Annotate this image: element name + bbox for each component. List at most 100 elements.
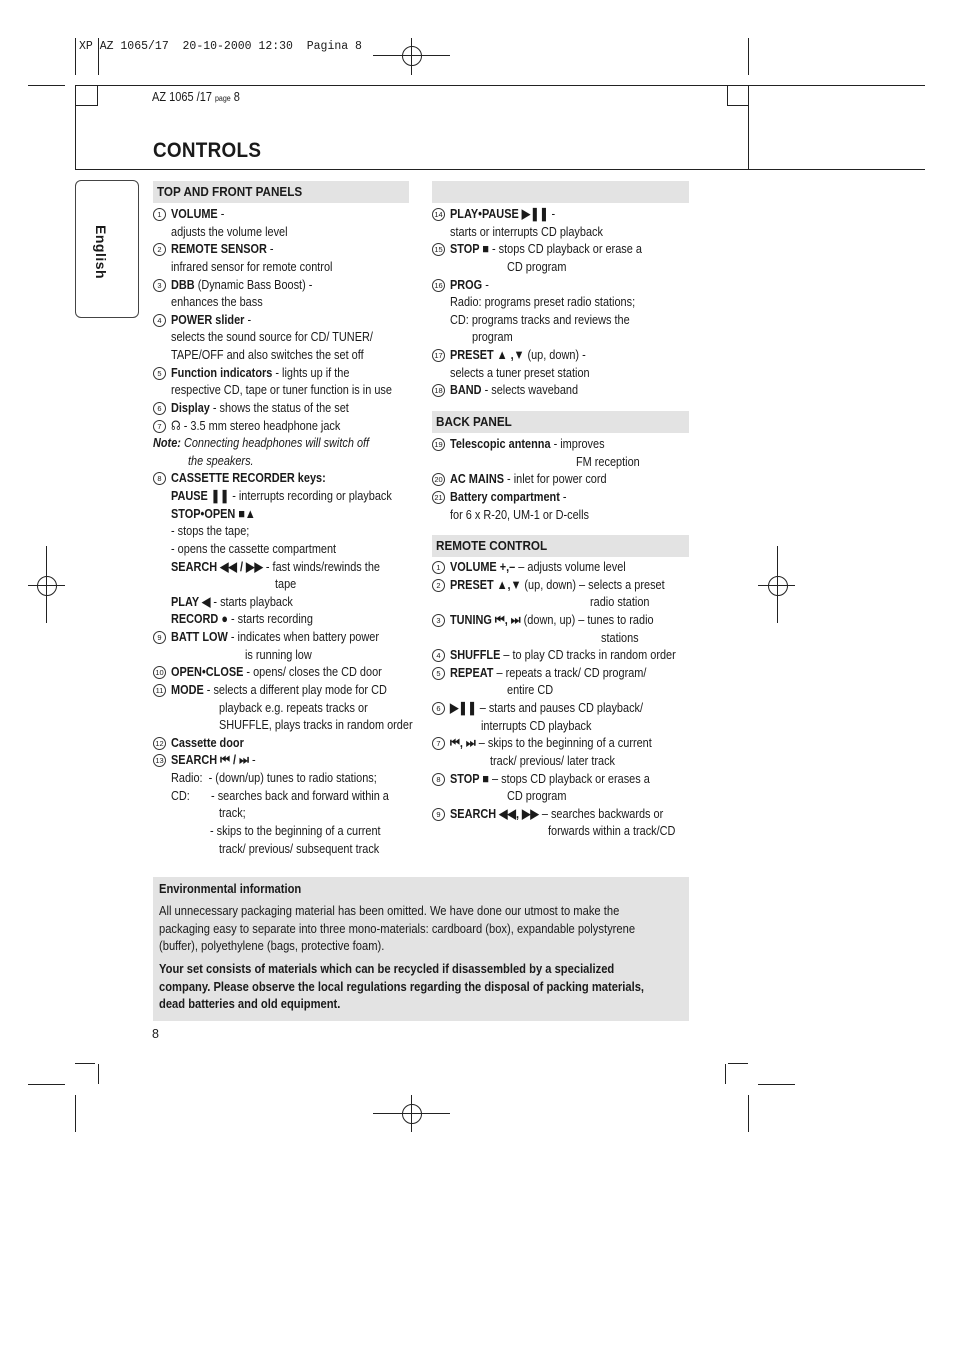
registration-mark-icon [768,576,788,596]
env-title: Environmental information [159,881,302,896]
control-description: - interrupts recording or playback [229,488,392,503]
list-item-line: interrupts CD playback [432,717,702,735]
control-description: adjusts the volume level [171,223,288,239]
line-text: CASSETTE RECORDER keys: [171,469,326,487]
line-text: adjusts the volume level [171,223,288,241]
control-name: REPEAT [450,664,494,680]
item-number: 17 [432,349,445,362]
list-item-line: SHUFFLE, plays tracks in random order [153,716,423,734]
item-number: 6 [432,702,445,715]
control-description: infrared sensor for remote control [171,258,333,274]
language-label: English [93,225,109,280]
line-text: Cassette door [171,734,244,752]
crop-mark [98,38,99,75]
line-text: Battery compartment - [450,488,567,506]
control-description: - shows the status of the set [209,399,349,415]
control-description: Radio: - (down/up) tunes to radio statio… [171,770,377,785]
list-item: 6 Display - shows the status of the set [153,399,423,417]
line-text: Display - shows the status of the set [171,399,349,417]
control-description: Connecting headphones will switch off [180,435,370,451]
control-description: (up, down) - [524,347,586,362]
control-name: Battery compartment [450,488,560,504]
control-description: - starts playback [210,593,293,609]
control-name: SEARCH ◀◀, ▶▶ [450,805,539,821]
list-item-line: RECORD ● - starts recording [153,610,423,628]
line-text: VOLUME - [171,205,224,223]
list-item: 6 ▶❚❚ – starts and pauses CD playback/ [432,699,702,717]
crop-mark [725,1064,726,1084]
crop-mark [98,1064,99,1084]
control-name: VOLUME +,– [450,559,516,574]
page-reference: AZ 1065 /17 page 8 [152,90,240,104]
line-text: Radio: - (down/up) tunes to radio statio… [171,769,377,787]
list-item: 10 OPEN•CLOSE - opens/ closes the CD door [153,663,423,681]
crop-mark [728,1063,748,1064]
control-description: - lights up if the [272,364,350,380]
line-text: program [472,328,513,346]
control-description: playback e.g. repeats tracks or [219,699,368,715]
line-text: AC MAINS - inlet for power cord [450,470,607,488]
list-item: 20 AC MAINS - inlet for power cord [432,470,702,488]
list-item: 7 ⏮, ⏭ – skips to the beginning of a curr… [432,734,702,752]
control-description: program [472,329,513,345]
list-item: 21 Battery compartment - [432,488,702,506]
control-description: CD: programs tracks and reviews the [450,311,630,327]
list-item: 1 VOLUME - [153,205,423,223]
control-description: - indicates when battery power [227,629,379,644]
registration-mark-icon [402,46,422,66]
list-item: 8 STOP ■ – stops CD playback or erases a [432,770,702,788]
list-item: 19 Telescopic antenna - improves [432,435,702,453]
list-item-line: Radio: - (down/up) tunes to radio statio… [153,769,423,787]
control-description: – adjusts volume level [515,559,626,574]
control-name: Display [171,399,210,415]
item-number: 3 [153,278,166,292]
item-number: 10 [153,666,166,680]
control-description: - skips to the beginning of a current [210,822,381,838]
control-description: CD program [507,258,567,274]
control-description: – skips to the beginning of a current [475,735,652,751]
control-description: FM reception [576,453,640,469]
line-text: TUNING ⏮, ⏭ (down, up) – tunes to radio [450,611,654,629]
line-text: OPEN•CLOSE - opens/ closes the CD door [171,663,382,681]
control-name: STOP ■ [450,770,489,786]
item-number: 4 [153,313,166,327]
item-number: 11 [153,683,166,697]
control-name: TUNING ⏮, ⏭ [450,611,521,627]
header-rule-bottom [75,169,925,170]
section-header-remote-control: REMOTE CONTROL [432,535,689,557]
line-text: Radio: programs preset radio stations; [450,293,635,311]
item-number: 5 [153,366,166,380]
line-text: radio station [590,593,649,611]
crop-mark [75,38,76,75]
list-item: 9 SEARCH ◀◀, ▶▶ – searches backwards or [432,805,702,823]
item-number: 8 [432,772,445,786]
control-description: interrupts CD playback [481,717,592,733]
control-description: - [217,206,225,221]
list-item: 4 POWER slider - [153,311,423,329]
list-item-line: is running low [153,646,423,664]
item-number: 7 [432,737,445,751]
list-item: 13 SEARCH ⏮ / ⏭ - [153,751,423,769]
control-description: - improves [550,436,605,451]
list-item: 3 TUNING ⏮, ⏭ (down, up) – tunes to radio [432,611,702,629]
list-item: 17 PRESET ▲ ,▼ (up, down) - [432,346,702,364]
list-item-line: track/ previous/ subsequent track [153,840,423,858]
list-item: 14 PLAY•PAUSE ▶❚❚ - [432,205,702,223]
control-description: – repeats a track/ CD program/ [493,664,647,680]
list-item-line: forwards within a track/CD [432,822,702,840]
control-description: enhances the bass [171,294,263,310]
list-item-line: infrared sensor for remote control [153,258,423,276]
list-item: 8 CASSETTE RECORDER keys: [153,469,423,487]
list-item-line: selects a tuner preset station [432,364,702,382]
list-item: 1 VOLUME +,– – adjusts volume level [432,558,702,576]
control-description: - [482,276,489,292]
control-name: SEARCH ◀◀ / ▶▶ [171,558,263,574]
line-text: CD program [507,258,566,276]
control-description: - opens/ closes the CD door [243,664,382,680]
list-item-line: FM reception [432,453,702,471]
line-text: is running low [245,646,312,664]
line-text: BAND - selects waveband [450,381,578,399]
line-text: respective CD, tape or tuner function is… [171,381,392,399]
list-item-line: TAPE/OFF and also switches the set off [153,346,423,364]
list-item-line: tape [153,575,423,593]
